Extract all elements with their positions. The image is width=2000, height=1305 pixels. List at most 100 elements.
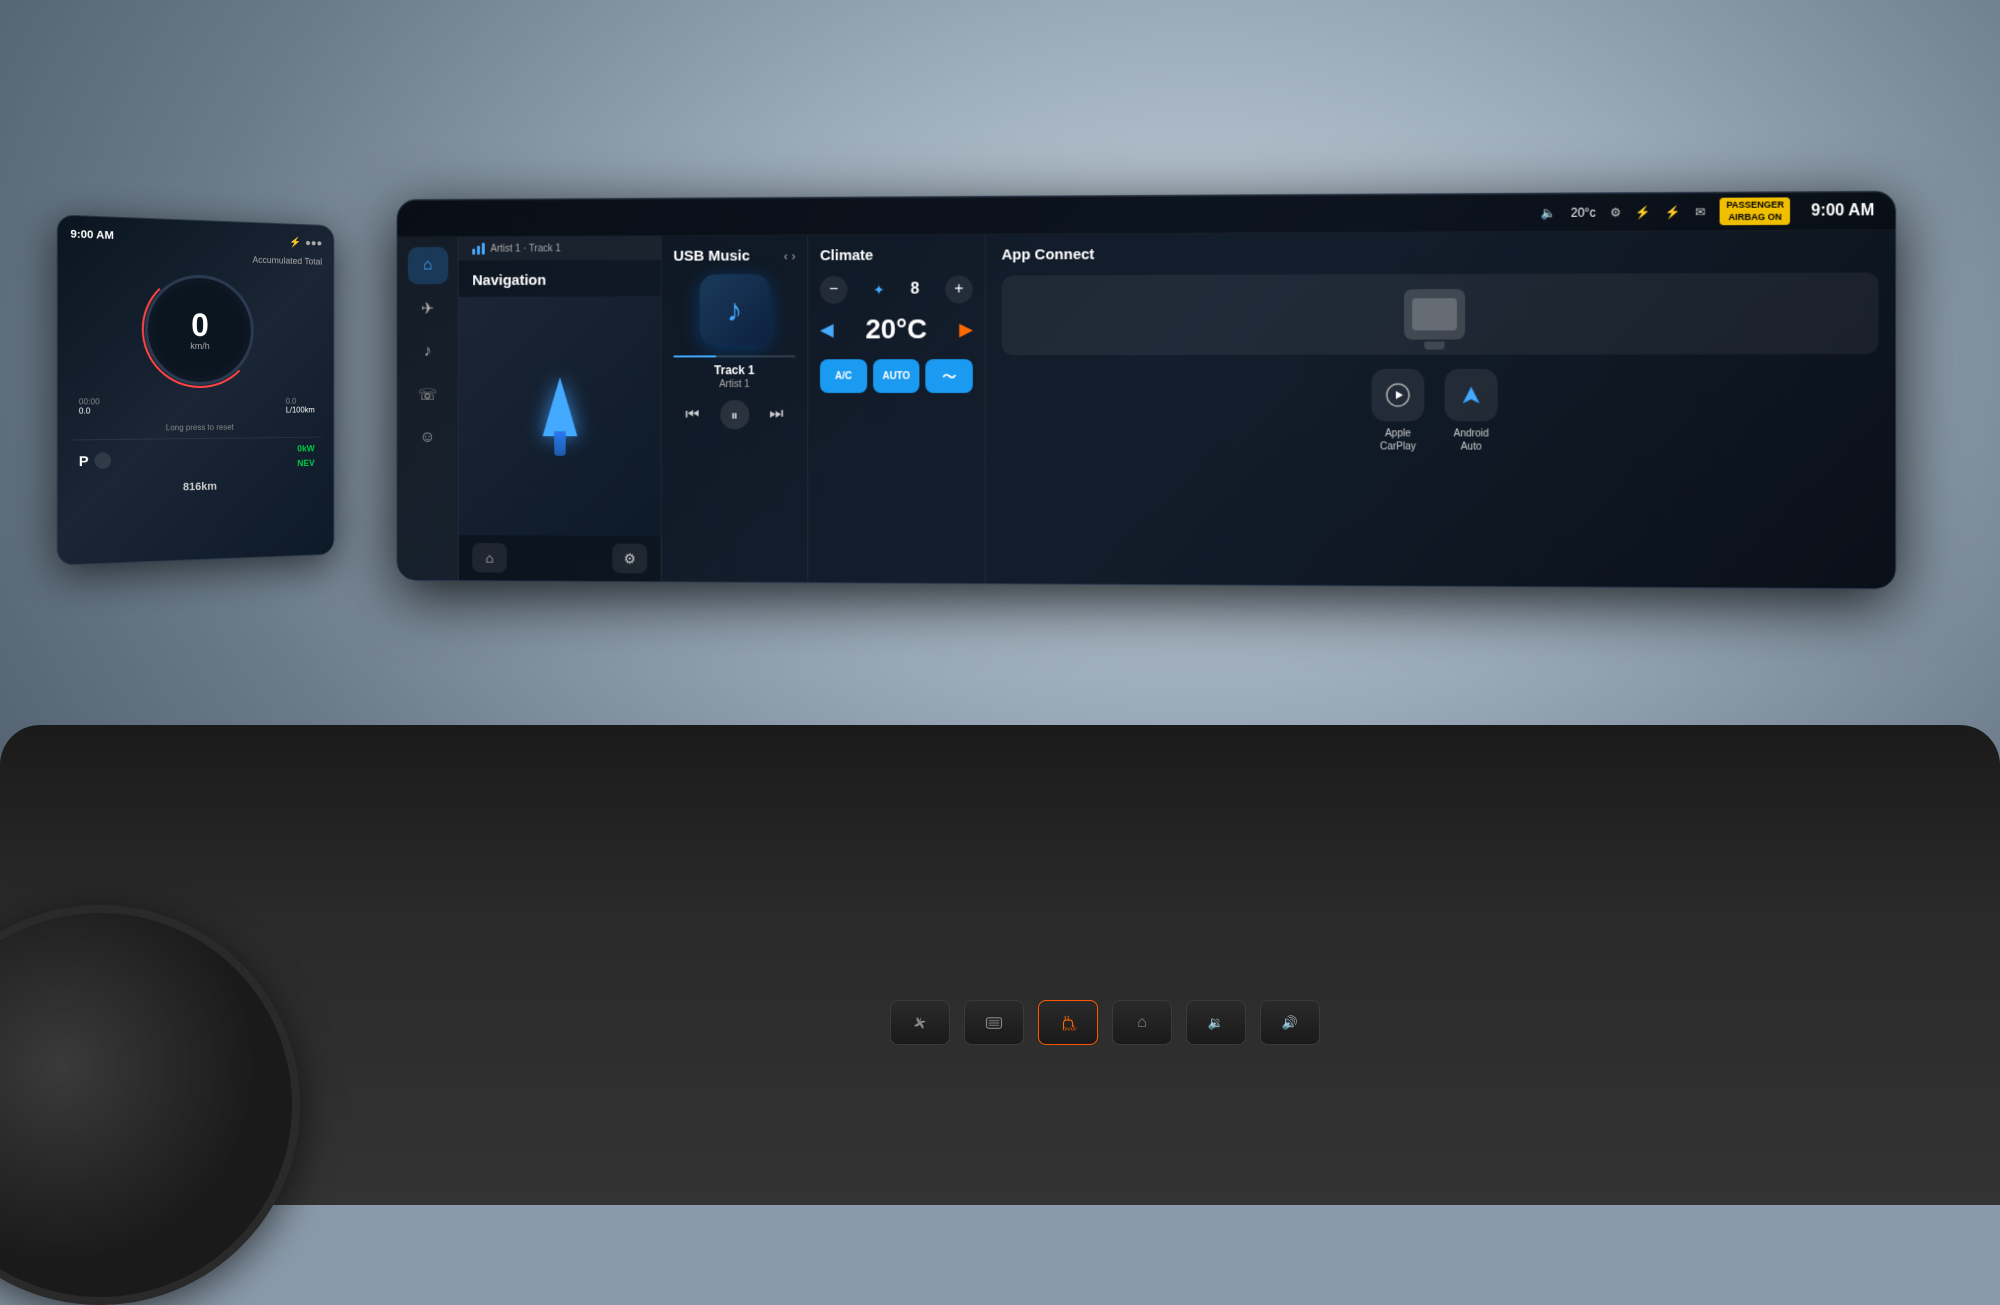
app-connect-panel: App Connect — [986, 231, 1896, 589]
climate-action-buttons: A/C AUTO 〜 — [820, 359, 973, 393]
defrost-icon: 〜 — [942, 366, 956, 386]
prev-track-button[interactable]: ⏮ — [678, 400, 707, 430]
app-connect-title: App Connect — [1002, 243, 1879, 264]
sidebar-item-navigation[interactable]: ✈ — [407, 290, 447, 327]
android-auto-label: AndroidAuto — [1454, 427, 1489, 453]
carplay-svg — [1386, 383, 1410, 407]
trip-time: 00:00 — [79, 397, 100, 406]
fan-button-icon — [911, 1014, 929, 1032]
home-button[interactable]: ⌂ — [1112, 1000, 1172, 1045]
fan-decrease-button[interactable]: − — [820, 276, 848, 304]
cluster-icons: ⚡ ●●● — [290, 237, 323, 249]
climate-title: Climate — [820, 247, 973, 264]
status-temperature: 20°c — [1571, 205, 1596, 219]
apple-carplay-icon — [1372, 369, 1425, 421]
rear-defrost-button[interactable] — [964, 1000, 1024, 1045]
instrument-cluster: 9:00 AM ⚡ ●●● Accumulated Total 0 km/h 0… — [57, 214, 335, 565]
sidebar-item-music[interactable]: ♪ — [407, 333, 447, 370]
kw-value: 0kW — [297, 444, 314, 454]
accumulated-label: Accumulated Total — [252, 255, 322, 267]
artist-name: Artist 1 — [662, 377, 808, 392]
cluster-time: 9:00 AM — [70, 228, 113, 242]
speed-gauge: 0 km/h — [145, 274, 254, 386]
play-pause-button[interactable]: ⏸ — [720, 400, 749, 430]
signal-bar-3 — [482, 243, 485, 255]
signal-indicator — [472, 243, 485, 255]
cluster-icon-2: ●●● — [305, 237, 322, 248]
apple-carplay-label: AppleCarPlay — [1380, 427, 1416, 453]
long-press-label: Long press to reset — [166, 423, 234, 433]
album-art: ♪ — [699, 274, 769, 345]
sidebar-item-apps[interactable]: ☺ — [407, 419, 447, 456]
physical-controls-row: ON/OFF ⌂ 🔉 🔊 — [390, 995, 1820, 1050]
speed-unit: km/h — [190, 341, 209, 351]
device-stand — [1424, 342, 1444, 350]
music-nav-arrows: ‹ › — [784, 249, 796, 263]
temp-increase-button[interactable]: ▶ — [959, 319, 973, 340]
ac-button[interactable]: A/C — [820, 359, 867, 393]
music-note-icon: ♪ — [727, 292, 743, 329]
settings-icon: ⚙ — [1610, 205, 1621, 219]
nav-panel-title: Navigation — [472, 272, 546, 289]
device-screen — [1412, 298, 1457, 330]
message-icon: ✉ — [1695, 204, 1705, 218]
fan-icon: ✦ — [873, 281, 885, 298]
fan-speed-row: − ✦ 8 + — [820, 276, 973, 304]
usb-icon: ⚡ — [1635, 205, 1650, 219]
connected-device-area — [1002, 272, 1879, 355]
gear-indicator: P — [79, 453, 89, 470]
vol-down-button[interactable]: 🔉 — [1186, 1000, 1246, 1045]
music-progress-fill — [673, 355, 716, 357]
music-progress-bar[interactable] — [673, 355, 795, 357]
status-time: 9:00 AM — [1811, 202, 1874, 221]
status-bar: 🔈 20°c ⚙ ⚡ ⚡ ✉ PASSENGERAIRBAG ON 9:00 A… — [397, 192, 1895, 238]
ev-badge: NEV — [297, 458, 314, 468]
fan-speed-value: 8 — [910, 281, 919, 299]
sidebar-item-phone[interactable]: ☏ — [407, 376, 447, 413]
dashboard-surface — [0, 725, 2000, 1205]
sidebar-item-home[interactable]: ⌂ — [407, 247, 447, 284]
climate-panel: Climate − ✦ 8 + ◀ 20°C ▶ A/C — [808, 235, 985, 584]
android-auto-icon — [1445, 369, 1498, 422]
screen-content: ⌂ ✈ ♪ ☏ ☺ Artist 1 · Track 1 Navigati — [397, 231, 1895, 589]
main-infotainment-screen: 🔈 20°c ⚙ ⚡ ⚡ ✉ PASSENGERAIRBAG ON 9:00 A… — [396, 191, 1896, 590]
next-track-button[interactable]: ⏭ — [762, 400, 791, 430]
seat-heat-icon: ON/OFF — [1059, 1014, 1077, 1032]
volume-icon: 🔈 — [1541, 205, 1556, 219]
svg-text:ON/OFF: ON/OFF — [1063, 1026, 1077, 1031]
nav-panel-header: Navigation — [459, 260, 661, 297]
music-panel-title: USB Music — [673, 248, 749, 265]
music-next-page[interactable]: › — [792, 249, 796, 263]
android-auto-item[interactable]: AndroidAuto — [1445, 369, 1498, 454]
auto-button[interactable]: AUTO — [873, 359, 920, 393]
cluster-icon-1: ⚡ — [290, 237, 302, 248]
fan-control-button[interactable] — [890, 1000, 950, 1045]
music-header: USB Music ‹ › — [662, 235, 808, 270]
signal-bar-1 — [472, 249, 475, 255]
bluetooth-icon: ⚡ — [1665, 205, 1680, 219]
vol-up-button[interactable]: 🔊 — [1260, 1000, 1320, 1045]
android-svg — [1459, 383, 1483, 407]
nav-direction-arrow — [535, 377, 583, 456]
mileage: 816km — [183, 481, 217, 494]
nav-arrow-head — [542, 377, 577, 436]
nav-home-button[interactable]: ⌂ — [472, 543, 507, 573]
nav-settings-button[interactable]: ⚙ — [612, 544, 647, 574]
panels-container: Artist 1 · Track 1 Navigation ⌂ ⚙ — [459, 231, 1895, 589]
navigation-map[interactable] — [459, 296, 661, 536]
nav-bottom-bar: ⌂ ⚙ — [459, 535, 661, 581]
now-playing-text: Artist 1 · Track 1 — [491, 243, 561, 254]
climate-temperature: 20°C — [865, 313, 927, 345]
usb-music-panel: USB Music ‹ › ♪ Track 1 Artist 1 ⏮ ⏸ — [662, 235, 808, 582]
music-prev-page[interactable]: ‹ — [784, 249, 788, 263]
apple-carplay-item[interactable]: AppleCarPlay — [1372, 369, 1425, 454]
seat-heat-button[interactable]: ON/OFF — [1038, 1000, 1098, 1045]
music-controls: ⏮ ⏸ ⏭ — [662, 392, 808, 442]
signal-bar-2 — [477, 246, 480, 255]
temperature-row: ◀ 20°C ▶ — [820, 313, 973, 345]
temp-decrease-button[interactable]: ◀ — [820, 319, 834, 340]
defrost-button[interactable]: 〜 — [926, 359, 973, 393]
now-playing-bar: Artist 1 · Track 1 — [459, 236, 661, 260]
fan-increase-button[interactable]: + — [945, 276, 973, 304]
nav-arrow-tail — [554, 431, 566, 456]
